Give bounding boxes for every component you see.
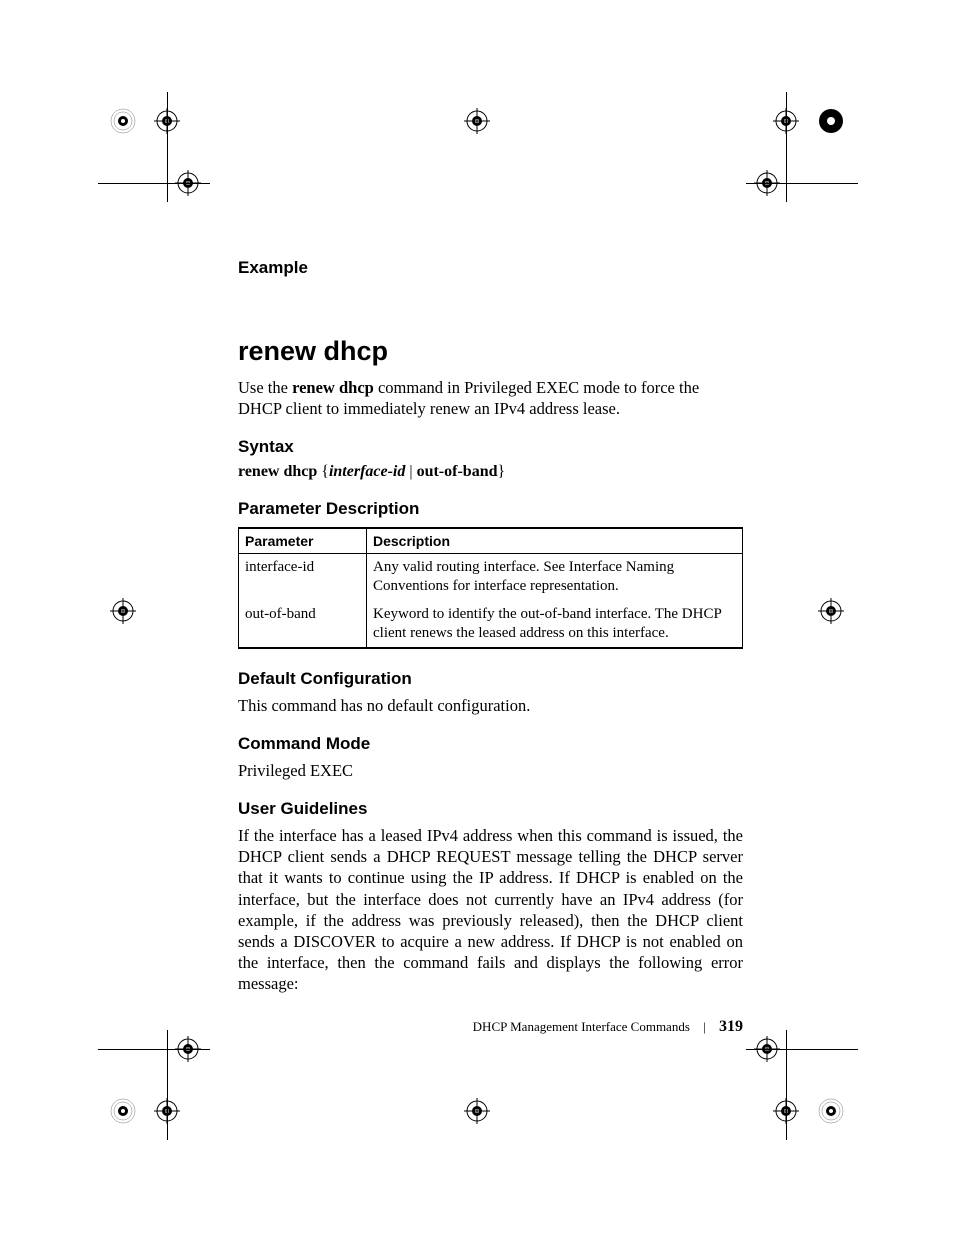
text: { [317,463,329,480]
page-number: 319 [719,1018,743,1035]
user-guidelines-heading: User Guidelines [238,799,743,819]
crop-mark-icon [110,108,136,134]
crop-mark-icon [818,108,844,134]
th-description: Description [367,528,743,554]
td-description: Any valid routing interface. See Interfa… [367,554,743,601]
table-row: out-of-band Keyword to identify the out-… [239,601,743,648]
td-parameter: interface-id [239,554,367,601]
td-description: Keyword to identify the out-of-band inte… [367,601,743,648]
table-row: interface-id Any valid routing interface… [239,554,743,601]
default-configuration-body: This command has no default configuratio… [238,695,743,716]
text: Use the [238,378,292,397]
syntax-line: renew dhcp {interface-id | out-of-band} [238,463,743,481]
crop-mark-icon [818,598,844,624]
command-mode-body: Privileged EXEC [238,760,743,781]
command-title: renew dhcp [238,336,743,367]
crop-mark-icon [464,108,490,134]
crop-mark-icon [464,1098,490,1124]
table-header-row: Parameter Description [239,528,743,554]
syntax-command: renew dhcp [238,463,317,480]
text: } [497,463,505,480]
text: | [405,463,416,480]
footer-section-name: DHCP Management Interface Commands [473,1019,690,1034]
crop-mark-icon [110,598,136,624]
command-name: renew dhcp [292,378,374,397]
footer-separator: | [703,1019,706,1034]
td-parameter: out-of-band [239,601,367,648]
command-mode-heading: Command Mode [238,734,743,754]
intro-paragraph: Use the renew dhcp command in Privileged… [238,377,743,419]
syntax-param: interface-id [329,463,405,480]
default-configuration-heading: Default Configuration [238,669,743,689]
example-heading: Example [238,258,743,278]
page-content: Example renew dhcp Use the renew dhcp co… [238,258,743,1012]
parameter-description-heading: Parameter Description [238,499,743,519]
crop-mark-icon [110,1098,136,1124]
syntax-keyword: out-of-band [417,463,498,480]
crop-mark-icon [818,1098,844,1124]
user-guidelines-body: If the interface has a leased IPv4 addre… [238,825,743,994]
syntax-heading: Syntax [238,437,743,457]
th-parameter: Parameter [239,528,367,554]
page-footer: DHCP Management Interface Commands | 319 [238,1018,743,1036]
parameter-table: Parameter Description interface-id Any v… [238,527,743,649]
